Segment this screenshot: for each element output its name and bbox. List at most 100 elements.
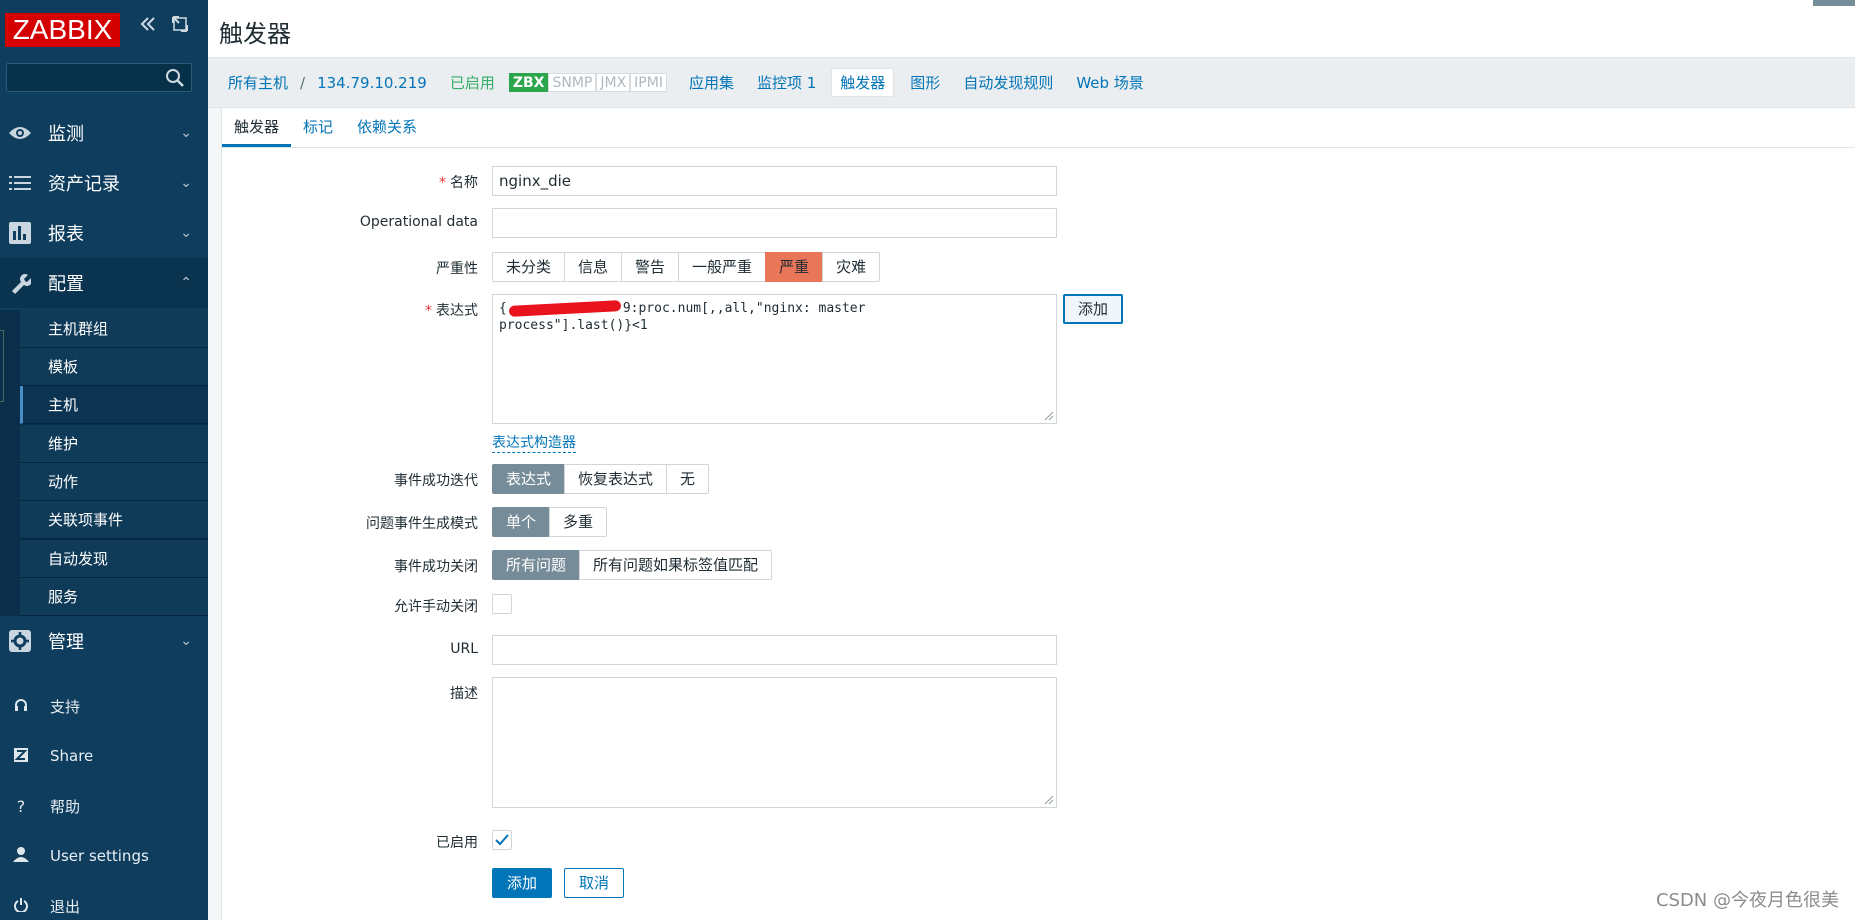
chevron-down-icon: ⌄ <box>180 225 192 241</box>
host-navigation: 所有主机 / 134.79.10.219 已启用 ZBX SNMP JMX IP… <box>208 58 1855 108</box>
add-expression-button[interactable]: 添加 <box>1063 294 1123 324</box>
breadcrumb-host[interactable]: 134.79.10.219 <box>317 74 427 92</box>
ok-close-tag-match[interactable]: 所有问题如果标签值匹配 <box>579 550 773 580</box>
severity-average[interactable]: 一般严重 <box>678 252 767 282</box>
enabled-label: 已启用 <box>436 835 478 851</box>
expression-textarea[interactable]: {9:proc.num[,,all,"nginx: master process"… <box>492 294 1057 424</box>
problem-event-mode-label: 问题事件生成模式 <box>366 516 478 532</box>
share-z-icon <box>11 747 31 766</box>
footer-item-help[interactable]: ? 帮助 <box>0 786 208 826</box>
tab-tags[interactable]: 标记 <box>291 108 345 147</box>
name-input[interactable]: nginx_die <box>492 166 1057 196</box>
enabled-checkbox[interactable] <box>492 830 512 850</box>
submenu-item-discovery[interactable]: 自动发现 <box>20 540 208 578</box>
gear-icon <box>8 629 32 653</box>
url-label: URL <box>450 641 478 657</box>
submenu-item-templates[interactable]: 模板 <box>20 348 208 386</box>
ok-event-option-recovery-expression[interactable]: 恢复表达式 <box>564 464 668 494</box>
checkmark-icon <box>495 834 509 846</box>
menu-section-label: 配置 <box>48 274 84 295</box>
footer-item-label: User settings <box>50 847 149 865</box>
footer-item-label: Share <box>50 747 94 765</box>
form-tabs: 触发器 标记 依赖关系 <box>222 108 1855 148</box>
nav-link-web-scenarios[interactable]: Web 场景 <box>1076 72 1143 93</box>
tab-dependencies[interactable]: 依赖关系 <box>345 108 429 147</box>
eye-icon <box>8 121 32 145</box>
tab-trigger[interactable]: 触发器 <box>222 108 292 147</box>
collapse-sidebar-icon[interactable] <box>138 14 158 42</box>
severity-warning[interactable]: 警告 <box>621 252 680 282</box>
ok-event-closes-selector: 所有问题 所有问题如果标签值匹配 <box>492 550 773 580</box>
footer-item-share[interactable]: Share <box>0 736 208 776</box>
required-marker: * <box>425 303 432 319</box>
footer-item-label: 退出 <box>50 897 81 916</box>
url-input[interactable] <box>492 635 1057 665</box>
menu-section-configuration[interactable]: 配置 ⌃ <box>0 258 208 308</box>
submenu-item-maintenance[interactable]: 维护 <box>20 425 208 463</box>
interface-badge-snmp: SNMP <box>548 73 597 92</box>
nav-link-items[interactable]: 监控项 1 <box>757 72 816 93</box>
nav-link-discovery-rules[interactable]: 自动发现规则 <box>963 72 1053 93</box>
interface-badges: ZBX SNMP JMX IPMI <box>508 73 667 92</box>
nav-link-applications[interactable]: 应用集 <box>689 72 734 93</box>
ok-event-option-none[interactable]: 无 <box>666 464 710 494</box>
breadcrumb-all-hosts[interactable]: 所有主机 <box>228 72 288 93</box>
redaction-scribble <box>508 300 622 317</box>
ok-event-option-expression[interactable]: 表达式 <box>492 464 566 494</box>
severity-not-classified[interactable]: 未分类 <box>492 252 566 282</box>
sidebar: ZABBIX 监测 ⌄ 资产记录 ⌄ 报表 ⌄ 配置 ⌃ 主机群组 模板 主机 … <box>0 0 208 920</box>
cancel-button[interactable]: 取消 <box>564 868 624 898</box>
severity-information[interactable]: 信息 <box>564 252 623 282</box>
submenu-item-hosts[interactable]: 主机 <box>20 386 208 424</box>
description-text <box>493 678 1056 688</box>
footer-item-signout[interactable]: 退出 <box>0 886 208 920</box>
severity-high[interactable]: 严重 <box>765 252 824 282</box>
ok-close-all-problems[interactable]: 所有问题 <box>492 550 581 580</box>
ok-event-generation-selector: 表达式 恢复表达式 无 <box>492 464 710 494</box>
interface-badge-zbx: ZBX <box>508 73 549 92</box>
menu-section-label: 资产记录 <box>48 174 120 195</box>
chevron-down-icon: ⌄ <box>180 125 192 141</box>
submit-add-button[interactable]: 添加 <box>492 868 552 898</box>
nav-link-triggers[interactable]: 触发器 <box>831 68 895 97</box>
menu-section-inventory[interactable]: 资产记录 ⌄ <box>0 158 208 208</box>
problem-mode-single[interactable]: 单个 <box>492 507 551 537</box>
severity-disaster[interactable]: 灾难 <box>822 252 881 282</box>
submenu-item-host-groups[interactable]: 主机群组 <box>20 310 208 348</box>
description-textarea[interactable] <box>492 677 1057 808</box>
problem-mode-multiple[interactable]: 多重 <box>549 507 608 537</box>
list-icon <box>8 171 32 195</box>
search-icon[interactable] <box>165 68 185 88</box>
footer-item-support[interactable]: 支持 <box>0 686 208 726</box>
interface-badge-jmx: JMX <box>596 73 631 92</box>
chevron-down-icon: ⌄ <box>180 175 192 191</box>
user-icon <box>11 846 31 866</box>
manual-close-checkbox[interactable] <box>492 594 512 614</box>
expression-builder-link[interactable]: 表达式构造器 <box>492 432 576 453</box>
resize-handle-icon[interactable] <box>1044 411 1054 421</box>
submenu-item-actions[interactable]: 动作 <box>20 463 208 501</box>
header-collapse-tab[interactable] <box>1813 0 1855 6</box>
expression-text: {9:proc.num[,,all,"nginx: master process"… <box>499 300 866 333</box>
submenu-item-services[interactable]: 服务 <box>20 578 208 616</box>
configuration-submenu: 主机群组 模板 主机 维护 动作 关联项事件 自动发现 服务 <box>0 310 208 616</box>
menu-section-monitoring[interactable]: 监测 ⌄ <box>0 108 208 158</box>
zabbix-logo[interactable]: ZABBIX <box>5 13 120 47</box>
manual-close-label: 允许手动关闭 <box>394 599 478 615</box>
footer-item-user-settings[interactable]: User settings <box>0 836 208 876</box>
submenu-item-event-correlation[interactable]: 关联项事件 <box>20 501 208 539</box>
footer-item-label: 支持 <box>50 697 81 716</box>
menu-section-administration[interactable]: 管理 ⌄ <box>0 616 208 666</box>
host-status-enabled[interactable]: 已启用 <box>450 72 495 93</box>
sidebar-search-input[interactable] <box>6 63 192 92</box>
headset-icon <box>11 697 31 716</box>
menu-section-reports[interactable]: 报表 ⌄ <box>0 208 208 258</box>
operational-data-input[interactable] <box>492 208 1057 238</box>
resize-handle-icon[interactable] <box>1044 795 1054 805</box>
ok-event-closes-label: 事件成功关闭 <box>394 559 478 575</box>
kiosk-mode-icon[interactable] <box>170 14 190 42</box>
nav-link-graphs[interactable]: 图形 <box>910 72 940 93</box>
menu-section-label: 监测 <box>48 124 84 145</box>
problem-event-mode-selector: 单个 多重 <box>492 507 608 537</box>
page-title: 触发器 <box>219 20 291 48</box>
